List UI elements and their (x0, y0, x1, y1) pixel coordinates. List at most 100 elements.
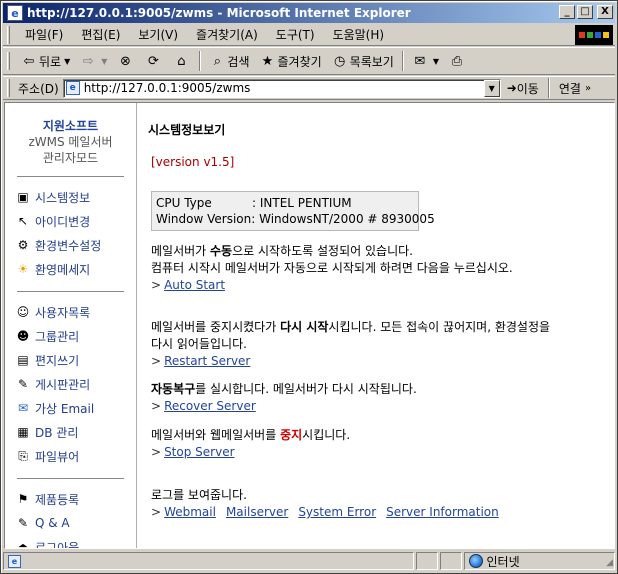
sidebar-divider (17, 176, 124, 177)
stop-button[interactable]: ⊗ (112, 53, 140, 69)
page-title: 시스템정보보기 (148, 123, 226, 137)
sidebar-group-system: ▣ 시스템정보 ↖ 아이디변경 ⚙ 환경변수설정 ☀ 환영메세지 (5, 185, 136, 281)
arrow-icon: > (151, 445, 162, 459)
toolbar-separator (199, 51, 202, 71)
handshake-icon: ⚑ (17, 492, 29, 506)
menu-file[interactable]: 파일(F) (16, 26, 72, 43)
auto-start-text: 메일서버가 수동으로 시작하도록 설정되어 있습니다. (151, 244, 413, 258)
address-dropdown-button[interactable]: ▼ (483, 79, 500, 97)
sidebar-item-label: 환영메세지 (35, 262, 91, 277)
brand-product: zWMS 메일서버 (28, 135, 113, 149)
go-button[interactable]: ➜ 이동 (501, 80, 545, 97)
search-button[interactable]: ⌕ 검색 (204, 53, 254, 70)
user-icon: ☺ (16, 305, 30, 319)
menu-bar: 파일(F) 편집(E) 보기(V) 즐겨찾기(A) 도구(T) 도움말(H) (3, 24, 615, 46)
favorites-button[interactable]: ★ 즐겨찾기 (255, 53, 327, 70)
addressbar-grip (7, 79, 10, 97)
menu-view[interactable]: 보기(V) (129, 26, 187, 43)
webmail-log-link[interactable]: Webmail (164, 505, 216, 519)
links-button[interactable]: 연결 (553, 80, 581, 97)
restart-desc: 다시 읽어들입니다. (151, 337, 247, 351)
sidebar-item-label: 환경변수설정 (35, 238, 102, 253)
sidebar-item-db-manage[interactable]: ▦ DB 관리 (15, 420, 136, 444)
page-icon: e (8, 554, 21, 568)
window-title: http://127.0.0.1:9005/zwms - Microsoft I… (27, 6, 411, 20)
sidebar-item-group-manage[interactable]: ☻ 그룹관리 (15, 324, 136, 348)
logout-icon: ⏏ (17, 540, 29, 549)
go-label: 이동 (516, 81, 539, 96)
sidebar-item-product-register[interactable]: ⚑ 제품등록 (15, 487, 136, 511)
auto-start-link[interactable]: Auto Start (164, 278, 225, 292)
logs-section: 로그를 보여줍니다. > Webmail Mailserver System Erro… (151, 487, 509, 521)
chevron-down-icon[interactable]: ▼ (101, 57, 107, 66)
recover-server-link[interactable]: Recover Server (164, 399, 256, 413)
restart-server-link[interactable]: Restart Server (164, 354, 250, 368)
toolbar-separator (401, 51, 404, 71)
cpu-value: : INTEL PENTIUM (252, 196, 352, 210)
arrow-icon: > (151, 354, 162, 368)
sun-icon: ☀ (17, 262, 29, 276)
back-button[interactable]: ⇦ 뒤로 ▼ (16, 53, 75, 70)
pencil-icon: ✎ (17, 516, 29, 530)
sidebar-item-file-viewer[interactable]: ⎘ 파일뷰어 (15, 444, 136, 468)
print-icon: ⎙ (451, 53, 463, 69)
database-icon: ▦ (17, 425, 29, 439)
chevron-down-icon[interactable]: ▼ (64, 57, 70, 66)
sidebar-item-label: 편지쓰기 (35, 353, 80, 368)
mail-button[interactable]: ✉ ▼ (407, 53, 444, 69)
menu-edit[interactable]: 편집(E) (72, 26, 129, 43)
refresh-button[interactable]: ⟳ (140, 53, 168, 69)
sidebar-divider (17, 478, 124, 479)
brand-company: 지원소프트 (42, 119, 99, 133)
sidebar-item-compose[interactable]: ▤ 편지쓰기 (15, 348, 136, 372)
chevron-down-icon[interactable]: ▼ (433, 57, 439, 66)
maximize-button[interactable]: □ (577, 5, 593, 19)
sidebar-item-welcome-message[interactable]: ☀ 환영메세지 (15, 257, 136, 281)
history-button[interactable]: ◷ 목록보기 (327, 53, 399, 70)
print-button[interactable]: ⎙ (444, 53, 472, 69)
sidebar-item-qna[interactable]: ✎ Q & A (15, 511, 136, 535)
computer-icon: ▣ (17, 190, 29, 204)
minimize-button[interactable]: _ (559, 5, 575, 19)
chevron-right-icon[interactable]: » (585, 83, 591, 94)
sidebar-item-change-id[interactable]: ↖ 아이디변경 (15, 209, 136, 233)
status-zone: 인터넷 (463, 552, 615, 570)
menu-favorites[interactable]: 즐겨찾기(A) (187, 26, 267, 43)
forward-arrow-icon: ⇨ (82, 53, 94, 69)
server-information-link[interactable]: Server Information (386, 505, 499, 519)
auto-start-section: 메일서버가 수동으로 시작하도록 설정되어 있습니다. 컴퓨터 시작시 메일서버… (151, 243, 513, 294)
favorites-icon: ★ (261, 53, 274, 69)
sidebar-item-label: 가상 Email (35, 401, 95, 416)
page-icon: e (65, 81, 80, 95)
window-version-row: Window Version : WindowsNT/2000 # 893000… (156, 211, 435, 227)
menu-help[interactable]: 도움말(H) (324, 26, 394, 43)
admin-sidebar: 지원소프트 zWMS 메일서버 관리자모드 ▣ 시스템정보 ↖ 아이디변경 ⚙ 환경변… (5, 103, 137, 549)
sidebar-item-virtual-email[interactable]: ✉ 가상 Email (15, 396, 136, 420)
sidebar-item-user-list[interactable]: ☺ 사용자목록 (15, 300, 136, 324)
stop-server-link[interactable]: Stop Server (164, 445, 234, 459)
mailserver-log-link[interactable]: Mailserver (226, 505, 288, 519)
system-error-log-link[interactable]: System Error (298, 505, 376, 519)
stop-section: 메일서버와 웹메일서버를 중지시킵니다. > Stop Server (151, 427, 350, 461)
cpu-row: CPU Type : INTEL PENTIUM (156, 195, 418, 211)
status-lock (439, 552, 462, 570)
windows-logo-icon (575, 25, 613, 45)
sidebar-item-env-settings[interactable]: ⚙ 환경변수설정 (15, 233, 136, 257)
search-label: 검색 (227, 54, 250, 69)
status-bar: e 인터넷 ◢ (3, 551, 615, 571)
resize-grip[interactable]: ◢ (606, 558, 613, 568)
home-button[interactable]: ⌂ (168, 53, 196, 69)
sidebar-item-board-manage[interactable]: ✎ 게시판관리 (15, 372, 136, 396)
close-button[interactable]: X (597, 5, 613, 19)
forward-button[interactable]: ⇨ ▼ (75, 53, 112, 69)
sidebar-item-logout[interactable]: ⏏ 로그아웃 (15, 535, 136, 549)
back-arrow-icon: ⇦ (23, 53, 35, 69)
address-input[interactable]: e http://127.0.0.1:9005/zwms ▼ (62, 78, 501, 98)
sidebar-item-label: 로그아웃 (35, 540, 80, 549)
sidebar-item-system-info[interactable]: ▣ 시스템정보 (15, 185, 136, 209)
menu-tools[interactable]: 도구(T) (267, 26, 324, 43)
sidebar-item-label: 사용자목록 (35, 305, 91, 320)
search-icon: ⌕ (213, 53, 222, 69)
file-viewer-icon: ⎘ (18, 448, 28, 463)
sidebar-item-label: DB 관리 (35, 425, 79, 440)
